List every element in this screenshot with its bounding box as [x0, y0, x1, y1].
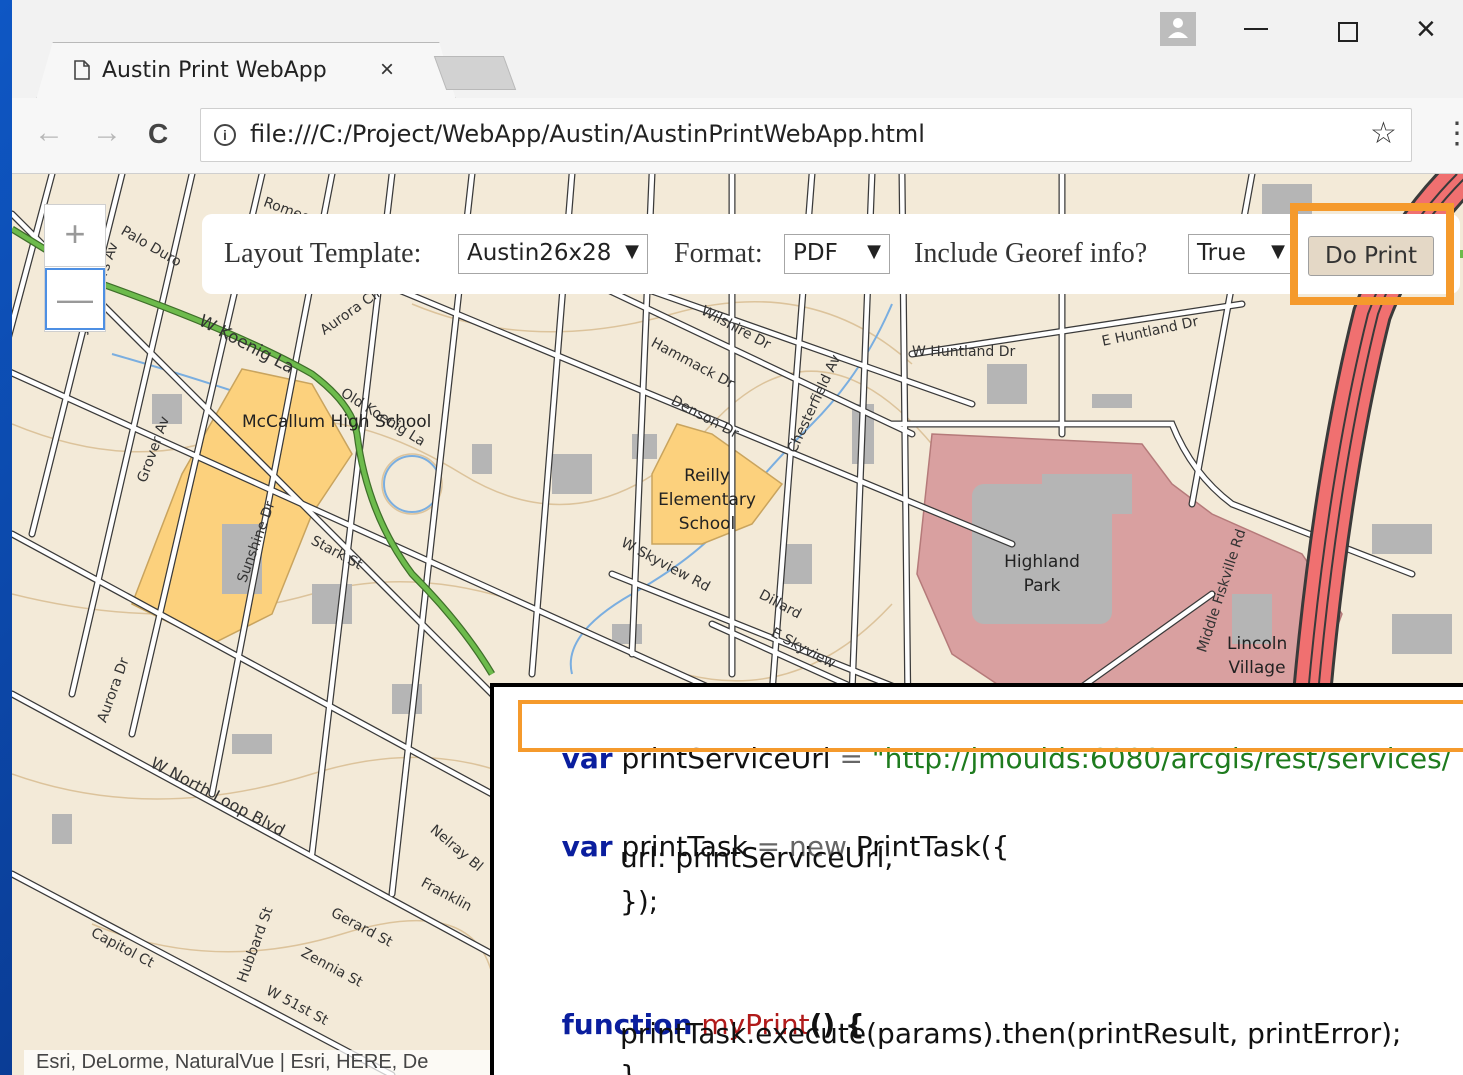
back-icon[interactable]: ← [34, 116, 64, 150]
code-line-7: } [620, 1059, 638, 1075]
do-print-button[interactable]: Do Print [1308, 236, 1434, 276]
print-form: Layout Template: Austin26x28 ▼ Format: P… [202, 214, 1460, 294]
code-line-6: printTask.execute(params).then(printResu… [620, 1017, 1402, 1050]
layout-template-select[interactable]: Austin26x28 ▼ [458, 234, 648, 274]
maximize-icon[interactable] [1338, 22, 1358, 42]
format-value: PDF [793, 240, 838, 266]
zoom-in-button[interactable]: + [45, 205, 105, 267]
forward-icon[interactable]: → [92, 116, 122, 150]
url-text[interactable]: file:///C:/Project/WebApp/Austin/AustinP… [250, 120, 925, 148]
zoom-out-button[interactable]: — [45, 268, 105, 330]
tab-close-icon[interactable]: × [380, 56, 394, 84]
map-label-village: Lincoln Village [1227, 634, 1288, 678]
code-line-4: }); [620, 885, 659, 918]
map-label-park: Highland Park [1004, 552, 1080, 596]
georef-value: True [1197, 240, 1246, 266]
minimize-icon[interactable] [1244, 28, 1268, 30]
layout-template-label: Layout Template: [224, 238, 422, 269]
street-label: W Huntland Dr [912, 344, 1016, 360]
map-label-school: Reilly Elementary School [658, 466, 756, 534]
reload-icon[interactable]: C [148, 118, 168, 150]
map-attribution: Esri, DeLorme, NaturalVue | Esri, HERE, … [24, 1050, 504, 1075]
zoom-control: + — [44, 204, 106, 332]
window-close-icon[interactable]: × [1416, 10, 1436, 49]
format-label: Format: [674, 238, 763, 269]
tab-title: Austin Print WebApp [102, 58, 327, 83]
document-icon [74, 60, 90, 80]
info-icon[interactable]: i [214, 124, 236, 146]
menu-icon[interactable]: ⋮ [1442, 116, 1463, 151]
georef-select[interactable]: True ▼ [1188, 234, 1294, 274]
layout-template-value: Austin26x28 [467, 240, 612, 266]
code-line-highlight [518, 700, 1463, 752]
georef-label: Include Georef info? [914, 238, 1148, 269]
new-tab-button[interactable] [433, 56, 517, 90]
format-select[interactable]: PDF ▼ [784, 234, 890, 274]
bookmark-star-icon[interactable]: ☆ [1370, 116, 1397, 151]
dropdown-arrow-icon: ▼ [1271, 241, 1285, 262]
dropdown-arrow-icon: ▼ [625, 241, 639, 262]
code-line-3: url: printServiceUrl, [620, 841, 894, 874]
profile-icon[interactable] [1160, 12, 1196, 46]
dropdown-arrow-icon: ▼ [867, 241, 881, 262]
